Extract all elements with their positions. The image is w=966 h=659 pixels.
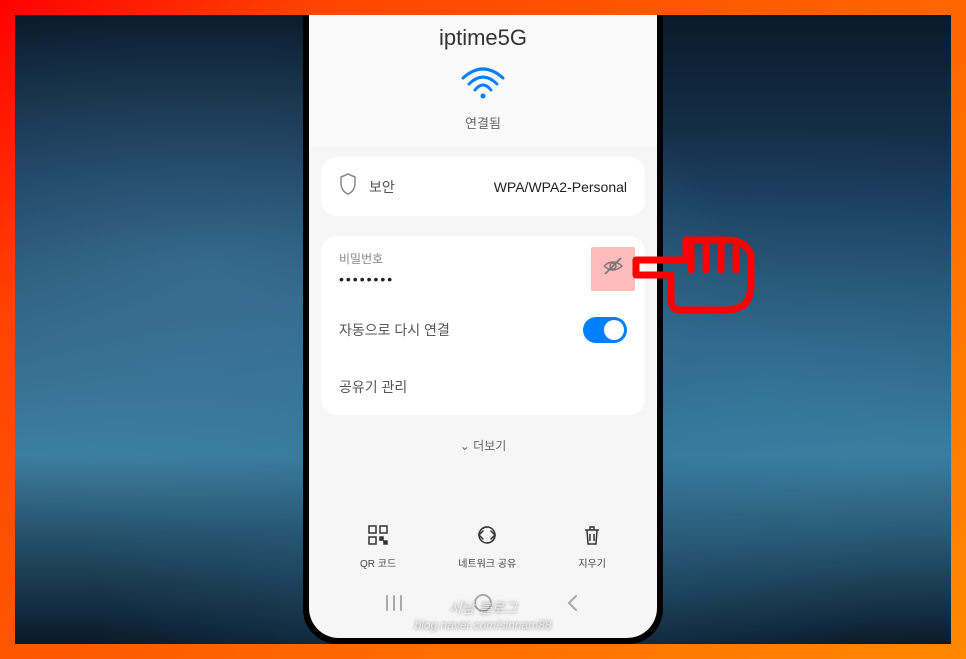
network-name: iptime5G (319, 25, 647, 51)
delete-button[interactable]: 지우기 (578, 524, 606, 570)
more-label: 더보기 (473, 439, 506, 453)
router-manage-label: 공유기 관리 (339, 377, 407, 397)
watermark-title: 시남 블로그 (415, 598, 552, 618)
share-icon (476, 524, 498, 551)
password-value: •••••••• (339, 271, 627, 287)
eye-off-icon (602, 255, 624, 282)
password-label: 비밀번호 (339, 250, 627, 267)
bottom-action-bar: QR 코드 네트워크 공유 (309, 512, 657, 578)
phone-screen: iptime5G 연결됨 (309, 15, 657, 638)
annotation-pointer (626, 215, 806, 340)
toggle-knob (604, 320, 624, 340)
recent-apps-button[interactable] (374, 590, 414, 620)
back-button[interactable] (552, 590, 592, 620)
more-button[interactable]: ⌄ 더보기 (309, 425, 657, 466)
delete-label: 지우기 (578, 555, 606, 570)
phone-frame: iptime5G 연결됨 (303, 15, 663, 644)
security-row: 보안 WPA/WPA2-Personal (321, 157, 645, 216)
watermark-url: blog.naver.com/sinnam88 (415, 618, 552, 632)
password-row[interactable]: 비밀번호 •••••••• (321, 236, 645, 301)
wifi-icon (461, 66, 505, 105)
qr-code-icon (367, 524, 389, 551)
wifi-status-section: 연결됨 (309, 56, 657, 147)
background-frame: iptime5G 연결됨 (15, 15, 951, 644)
trash-icon (581, 524, 603, 551)
connection-status: 연결됨 (309, 113, 657, 132)
chevron-down-icon: ⌄ (460, 439, 470, 453)
shield-icon (339, 173, 357, 200)
qr-code-button[interactable]: QR 코드 (360, 524, 396, 570)
spacer (309, 466, 657, 512)
share-label: 네트워크 공유 (458, 555, 516, 570)
router-manage-row[interactable]: 공유기 관리 (321, 359, 645, 415)
watermark: 시남 블로그 blog.naver.com/sinnam88 (415, 598, 552, 632)
network-share-button[interactable]: 네트워크 공유 (458, 524, 516, 570)
security-value: WPA/WPA2-Personal (494, 179, 627, 195)
qr-label: QR 코드 (360, 555, 396, 570)
back-icon (565, 593, 579, 618)
settings-card: 비밀번호 •••••••• 자동으로 다시 연결 (321, 236, 645, 415)
recent-apps-icon (384, 594, 404, 617)
security-label: 보안 (369, 177, 395, 197)
auto-reconnect-toggle[interactable] (583, 317, 627, 343)
security-card: 보안 WPA/WPA2-Personal (321, 157, 645, 216)
auto-reconnect-label: 자동으로 다시 연결 (339, 320, 450, 340)
header: iptime5G (309, 15, 657, 56)
auto-reconnect-row[interactable]: 자동으로 다시 연결 (321, 301, 645, 359)
